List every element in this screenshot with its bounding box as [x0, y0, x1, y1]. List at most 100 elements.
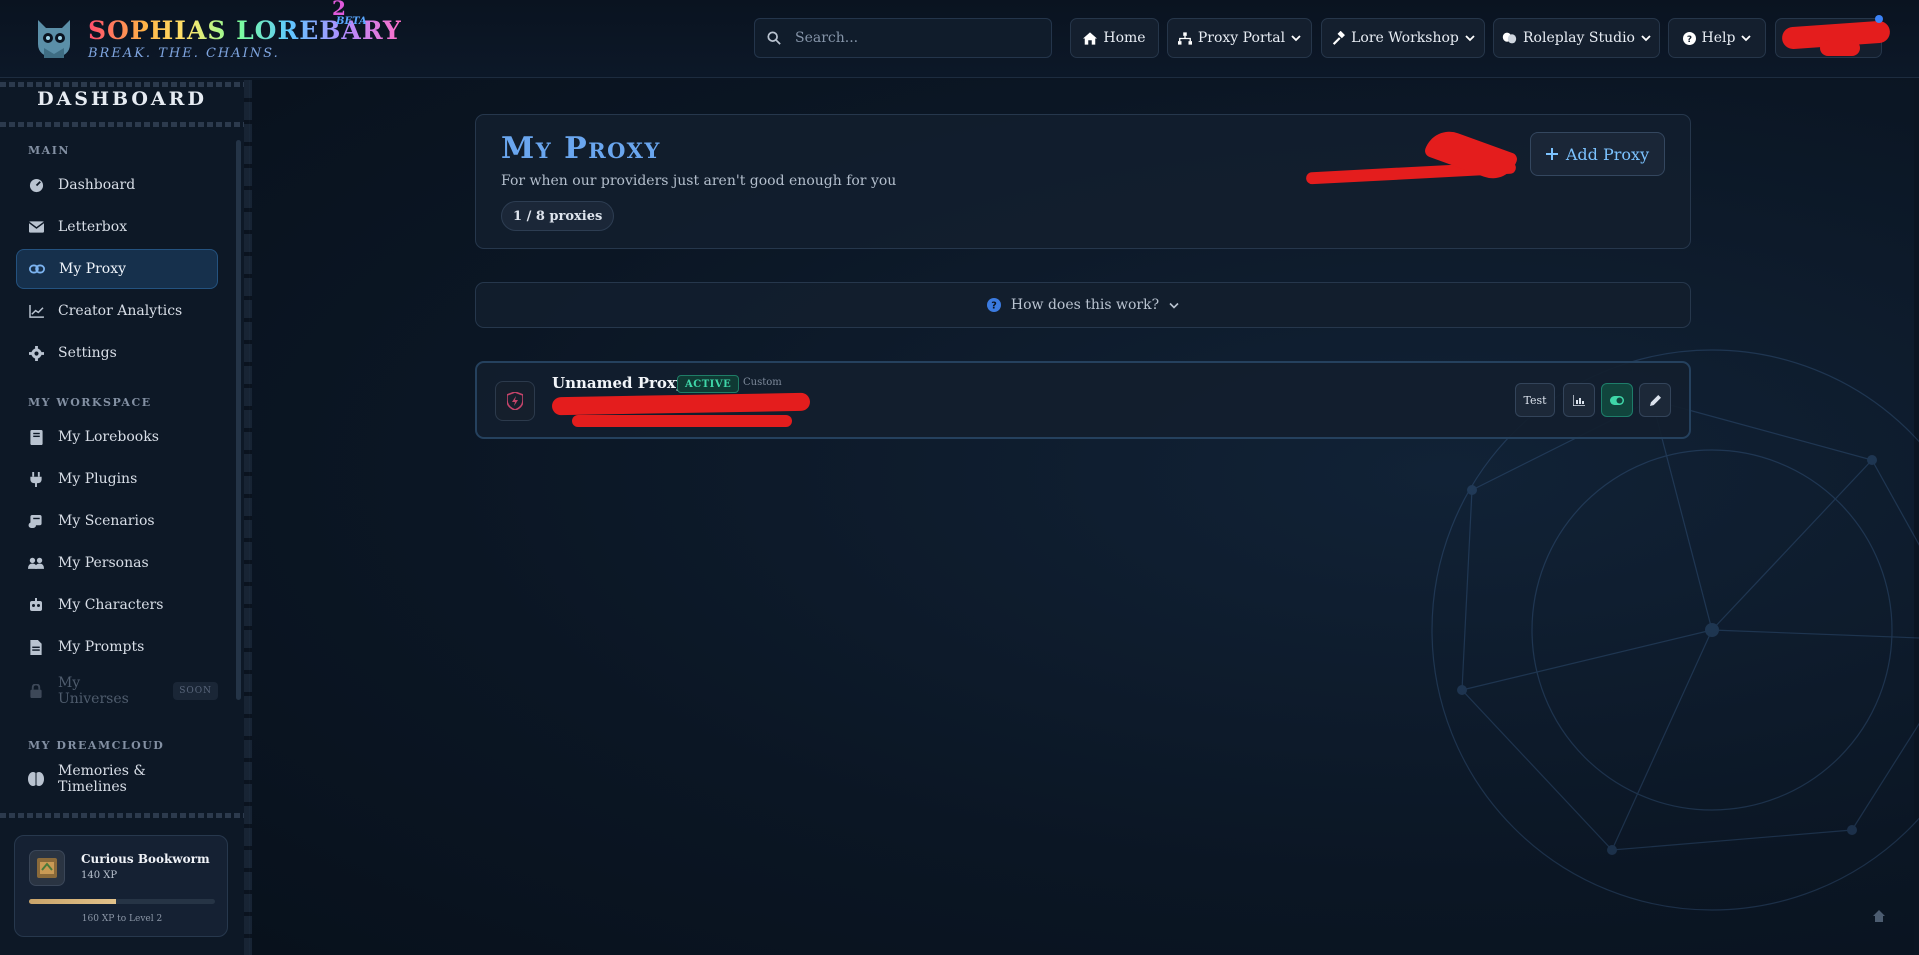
sidebar-item-label: My Proxy: [59, 261, 127, 277]
sidebar-section-main: MAIN: [28, 144, 70, 157]
redaction-mark: [1820, 40, 1860, 56]
toggle-on-icon: [1610, 395, 1624, 405]
soon-badge: SOON: [173, 682, 218, 700]
sidebar-item-scenarios[interactable]: My Scenarios: [16, 501, 218, 541]
help-circle-icon: ?: [986, 298, 1001, 312]
nav-home-button[interactable]: Home: [1070, 18, 1159, 58]
edit-proxy-button[interactable]: [1639, 383, 1671, 417]
bar-chart-icon: [1573, 394, 1585, 406]
sidebar-item-label: My Characters: [58, 597, 164, 613]
sidebar-title: DASHBOARD: [37, 88, 207, 110]
sidebar-item-label: Creator Analytics: [58, 303, 183, 319]
chevron-down-icon: [1291, 35, 1301, 42]
users-icon: [28, 555, 44, 571]
owl-logo-icon: [38, 20, 70, 58]
nav-help-label: Help: [1701, 30, 1736, 46]
svg-text:?: ?: [1686, 34, 1691, 44]
sidebar-item-characters[interactable]: My Characters: [16, 585, 218, 625]
sidebar-item-memories[interactable]: Memories & Timelines: [16, 759, 218, 799]
proxy-card[interactable]: Unnamed Proxy ACTIVE Custom Test: [475, 361, 1691, 439]
brand-tagline: BREAK. THE. CHAINS.: [88, 45, 280, 61]
envelope-icon: [28, 219, 44, 235]
sidebar-item-lorebooks[interactable]: My Lorebooks: [16, 417, 218, 457]
sidebar-divider: [0, 122, 244, 127]
notification-dot: [1875, 15, 1883, 23]
gear-icon: [28, 345, 44, 361]
sidebar-item-creator-analytics[interactable]: Creator Analytics: [16, 291, 218, 331]
search-icon: [767, 31, 781, 45]
nav-help-button[interactable]: ? Help: [1668, 18, 1766, 58]
gauge-icon: [28, 177, 44, 193]
book-icon: [28, 429, 44, 445]
enable-toggle-button[interactable]: [1601, 383, 1633, 417]
sidebar-item-dashboard[interactable]: Dashboard: [16, 165, 218, 205]
proxy-name: Unnamed Proxy: [552, 374, 685, 392]
page-subtitle: For when our providers just aren't good …: [501, 173, 897, 189]
nav-home-label: Home: [1103, 30, 1146, 46]
stats-button[interactable]: [1563, 383, 1595, 417]
sidebar-item-label: My Universes: [57, 675, 129, 707]
shield-bolt-icon: [495, 381, 535, 421]
sidebar-item-settings[interactable]: Settings: [16, 333, 218, 373]
hammer-icon: [1332, 31, 1346, 45]
scroll-icon: [28, 513, 44, 529]
sidebar-item-label: Letterbox: [58, 219, 128, 235]
how-it-works-label: How does this work?: [1010, 297, 1160, 313]
sidebar-item-label: My Prompts: [58, 639, 145, 655]
sidebar-item-prompts[interactable]: My Prompts: [16, 627, 218, 667]
home-icon: [1083, 31, 1098, 45]
page-title: My Proxy: [501, 131, 661, 166]
sidebar-section-dreamcloud: MY DREAMCLOUD: [28, 739, 165, 752]
nav-roleplay-studio-button[interactable]: Roleplay Studio: [1493, 18, 1660, 58]
how-it-works-toggle[interactable]: ? How does this work?: [475, 282, 1691, 328]
add-proxy-button[interactable]: Add Proxy: [1530, 132, 1665, 176]
nav-proxy-portal-button[interactable]: Proxy Portal: [1167, 18, 1312, 58]
xp-card[interactable]: Curious Bookworm 140 XP 160 XP to Level …: [14, 835, 228, 937]
lock-icon: [28, 683, 44, 699]
line-chart-icon: [28, 303, 44, 319]
sidebar-item-label: My Personas: [58, 555, 149, 571]
nav-lore-workshop-button[interactable]: Lore Workshop: [1321, 18, 1485, 58]
proxy-type: Custom: [743, 377, 782, 388]
nav-lore-workshop-label: Lore Workshop: [1351, 30, 1459, 46]
search-input[interactable]: [795, 30, 1035, 46]
sidebar-item-personas[interactable]: My Personas: [16, 543, 218, 583]
plug-icon: [28, 471, 44, 487]
sitemap-icon: [1177, 31, 1192, 45]
nav-proxy-portal-label: Proxy Portal: [1197, 30, 1286, 46]
test-proxy-button[interactable]: Test: [1515, 383, 1555, 417]
plus-icon: [1545, 148, 1558, 160]
chevron-down-icon: [1641, 35, 1651, 42]
sidebar-item-label: Memories & Timelines: [58, 763, 146, 795]
xp-progress-fill: [29, 899, 117, 904]
chevron-down-icon: [1465, 35, 1475, 42]
sidebar-item-letterbox[interactable]: Letterbox: [16, 207, 218, 247]
sidebar-item-label: Dashboard: [58, 177, 136, 193]
page-header-card: My Proxy For when our providers just are…: [475, 114, 1691, 249]
search-box[interactable]: [754, 18, 1052, 58]
chevron-down-icon: [1741, 35, 1752, 42]
sidebar-scrollbar[interactable]: [236, 140, 241, 700]
sidebar-section-workspace: MY WORKSPACE: [28, 396, 152, 409]
xp-title: Curious Bookworm: [81, 852, 210, 866]
status-badge: ACTIVE: [677, 375, 740, 393]
top-bar: SOPHIAS LOREBARY BREAK. THE. CHAINS. 2 B…: [0, 0, 1919, 78]
sidebar-divider: [0, 82, 244, 87]
beta-badge: BETA: [336, 16, 367, 27]
sidebar-divider: [0, 813, 244, 818]
add-proxy-label: Add Proxy: [1565, 144, 1650, 164]
xp-value: 140 XP: [81, 870, 118, 881]
sidebar-item-my-proxy[interactable]: My Proxy: [16, 249, 218, 289]
link-icon: [29, 261, 45, 277]
sidebar-item-label: My Lorebooks: [58, 429, 159, 445]
redaction-mark: [551, 392, 811, 416]
sidebar-item-label: Settings: [58, 345, 117, 361]
scroll-top-icon[interactable]: [1873, 910, 1885, 922]
robot-icon: [28, 597, 44, 613]
pencil-icon: [1649, 394, 1661, 406]
sidebar-item-plugins[interactable]: My Plugins: [16, 459, 218, 499]
brain-icon: [28, 771, 44, 787]
sidebar-edge: [244, 80, 252, 955]
proxy-count-badge: 1 / 8 proxies: [501, 201, 615, 231]
file-text-icon: [28, 639, 44, 655]
